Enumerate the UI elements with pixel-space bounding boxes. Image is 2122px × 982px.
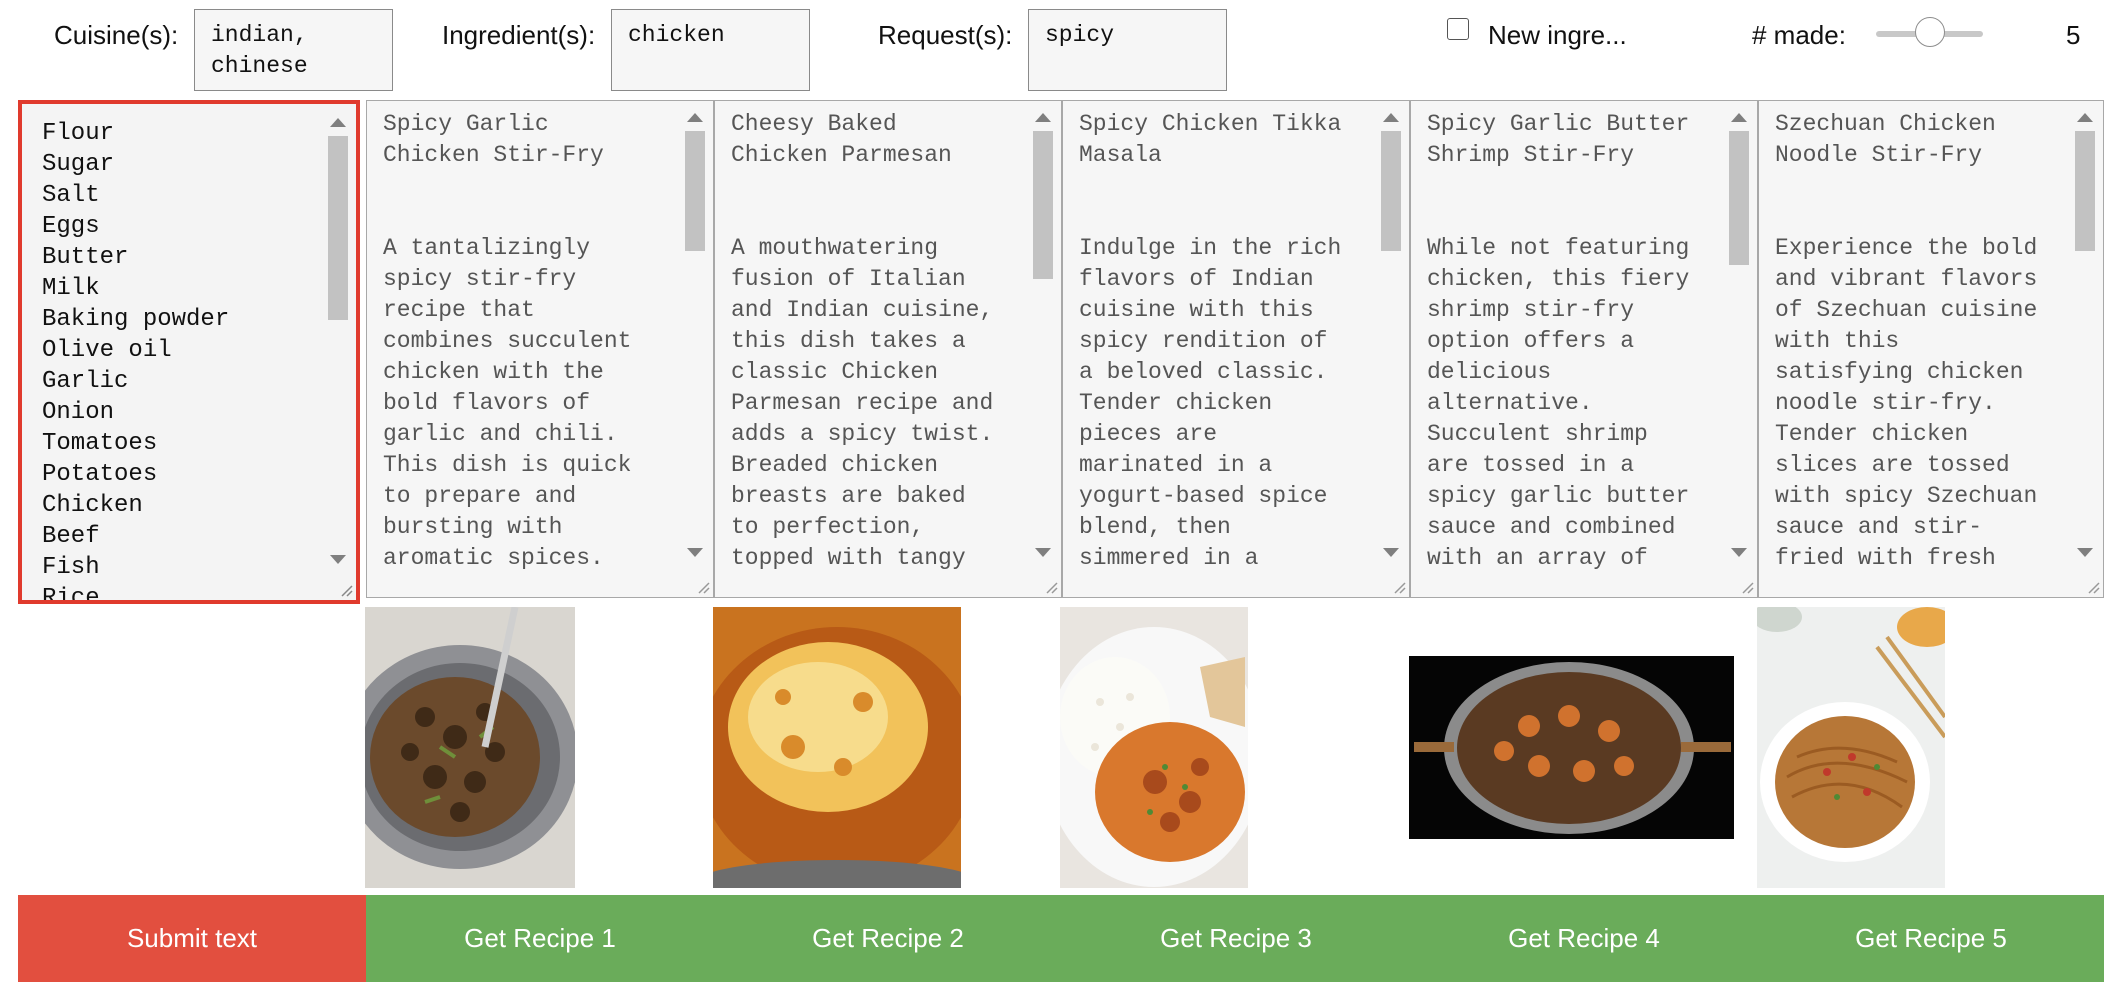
num-made-label: # made: — [1752, 20, 1846, 50]
scroll-thumb[interactable] — [1729, 131, 1749, 265]
resize-grip-icon[interactable] — [1390, 578, 1406, 594]
recipe-text-2: Cheesy Baked Chicken Parmesan A mouthwat… — [731, 111, 994, 571]
submit-text-button[interactable]: Submit text — [18, 895, 366, 982]
get-recipe-4-button[interactable]: Get Recipe 4 — [1410, 895, 1758, 982]
scroll-down-icon[interactable] — [687, 548, 703, 557]
resize-grip-icon[interactable] — [2084, 578, 2100, 594]
resize-grip-icon[interactable] — [1042, 578, 1058, 594]
ingredient-option[interactable]: Olive oil — [42, 335, 356, 366]
recipe-scrollbar-5[interactable] — [2071, 109, 2099, 557]
ingredient-option[interactable]: Salt — [42, 180, 356, 211]
ingredient-option[interactable]: Butter — [42, 242, 356, 273]
ingredient-option[interactable]: Beef — [42, 521, 356, 552]
ingredient-option[interactable]: Tomatoes — [42, 428, 356, 459]
ingredient-option[interactable]: Chicken — [42, 490, 356, 521]
ingredient-option[interactable]: Baking powder — [42, 304, 356, 335]
ingredient-option[interactable]: Rice — [42, 583, 356, 600]
ingredient-list-scrollbar[interactable] — [324, 114, 352, 564]
request-input[interactable]: spicy — [1028, 9, 1227, 91]
scroll-up-icon[interactable] — [330, 118, 346, 127]
resize-grip-icon[interactable] — [694, 578, 710, 594]
ingredient-input[interactable]: chicken — [611, 9, 810, 91]
get-recipe-1-button[interactable]: Get Recipe 1 — [366, 895, 714, 982]
recipe-text-3: Spicy Chicken Tikka Masala Indulge in th… — [1079, 111, 1342, 571]
ingredient-option[interactable]: Eggs — [42, 211, 356, 242]
resize-grip-icon[interactable] — [337, 581, 353, 597]
get-recipe-2-button[interactable]: Get Recipe 2 — [714, 895, 1062, 982]
scroll-down-icon[interactable] — [1731, 548, 1747, 557]
chicken-parmesan-photo — [713, 607, 961, 888]
scroll-down-icon[interactable] — [1383, 548, 1399, 557]
recipe-card-3[interactable]: Spicy Chicken Tikka Masala Indulge in th… — [1062, 100, 1410, 598]
szechuan-noodles-photo — [1757, 607, 1945, 888]
new-ingredients-label: New ingre... — [1488, 20, 1627, 50]
new-ingredients-checkbox[interactable] — [1447, 18, 1469, 40]
tikka-masala-photo — [1060, 607, 1248, 888]
scroll-down-icon[interactable] — [330, 555, 346, 564]
scroll-down-icon[interactable] — [1035, 548, 1051, 557]
scroll-up-icon[interactable] — [1383, 113, 1399, 122]
scroll-thumb[interactable] — [2075, 131, 2095, 251]
get-recipe-5-button[interactable]: Get Recipe 5 — [1758, 895, 2104, 982]
ingredient-option[interactable]: Sugar — [42, 149, 356, 180]
ingredient-option[interactable]: Fish — [42, 552, 356, 583]
scroll-thumb[interactable] — [1033, 131, 1053, 279]
shrimp-stir-fry-photo — [1409, 656, 1734, 839]
ingredient-label: Ingredient(s): — [442, 20, 596, 50]
recipe-scrollbar-3[interactable] — [1377, 109, 1405, 557]
request-label: Request(s): — [878, 20, 1013, 50]
recipe-text-5: Szechuan Chicken Noodle Stir-Fry Experie… — [1775, 111, 2038, 571]
recipe-scrollbar-4[interactable] — [1725, 109, 1753, 557]
scroll-thumb[interactable] — [328, 136, 348, 320]
get-recipe-3-button[interactable]: Get Recipe 3 — [1062, 895, 1410, 982]
recipe-text-4: Spicy Garlic Butter Shrimp Stir-Fry Whil… — [1427, 111, 1690, 571]
num-made-slider-thumb[interactable] — [1915, 17, 1945, 47]
recipe-text-1: Spicy Garlic Chicken Stir-Fry A tantaliz… — [383, 111, 632, 571]
num-made-value: 5 — [2066, 20, 2081, 50]
ingredient-option[interactable]: Milk — [42, 273, 356, 304]
scroll-up-icon[interactable] — [687, 113, 703, 122]
scroll-thumb[interactable] — [685, 131, 705, 251]
recipe-scrollbar-1[interactable] — [681, 109, 709, 557]
scroll-down-icon[interactable] — [2077, 548, 2093, 557]
recipe-card-4[interactable]: Spicy Garlic Butter Shrimp Stir-Fry Whil… — [1410, 100, 1758, 598]
scroll-up-icon[interactable] — [2077, 113, 2093, 122]
chicken-stir-fry-photo — [365, 607, 575, 888]
scroll-up-icon[interactable] — [1035, 113, 1051, 122]
recipe-card-5[interactable]: Szechuan Chicken Noodle Stir-Fry Experie… — [1758, 100, 2104, 598]
ingredient-option[interactable]: Flour — [42, 118, 356, 149]
cuisine-label: Cuisine(s): — [54, 20, 179, 50]
ingredient-option[interactable]: Onion — [42, 397, 356, 428]
cuisine-input[interactable]: indian, chinese — [194, 9, 393, 91]
ingredient-list[interactable]: Flour Sugar Salt Eggs Butter Milk Baking powde… — [18, 100, 360, 604]
ingredient-option[interactable]: Potatoes — [42, 459, 356, 490]
recipe-scrollbar-2[interactable] — [1029, 109, 1057, 557]
recipe-card-2[interactable]: Cheesy Baked Chicken Parmesan A mouthwat… — [714, 100, 1062, 598]
ingredient-option[interactable]: Garlic — [42, 366, 356, 397]
resize-grip-icon[interactable] — [1738, 578, 1754, 594]
recipe-card-1[interactable]: Spicy Garlic Chicken Stir-Fry A tantaliz… — [366, 100, 714, 598]
scroll-up-icon[interactable] — [1731, 113, 1747, 122]
scroll-thumb[interactable] — [1381, 131, 1401, 251]
